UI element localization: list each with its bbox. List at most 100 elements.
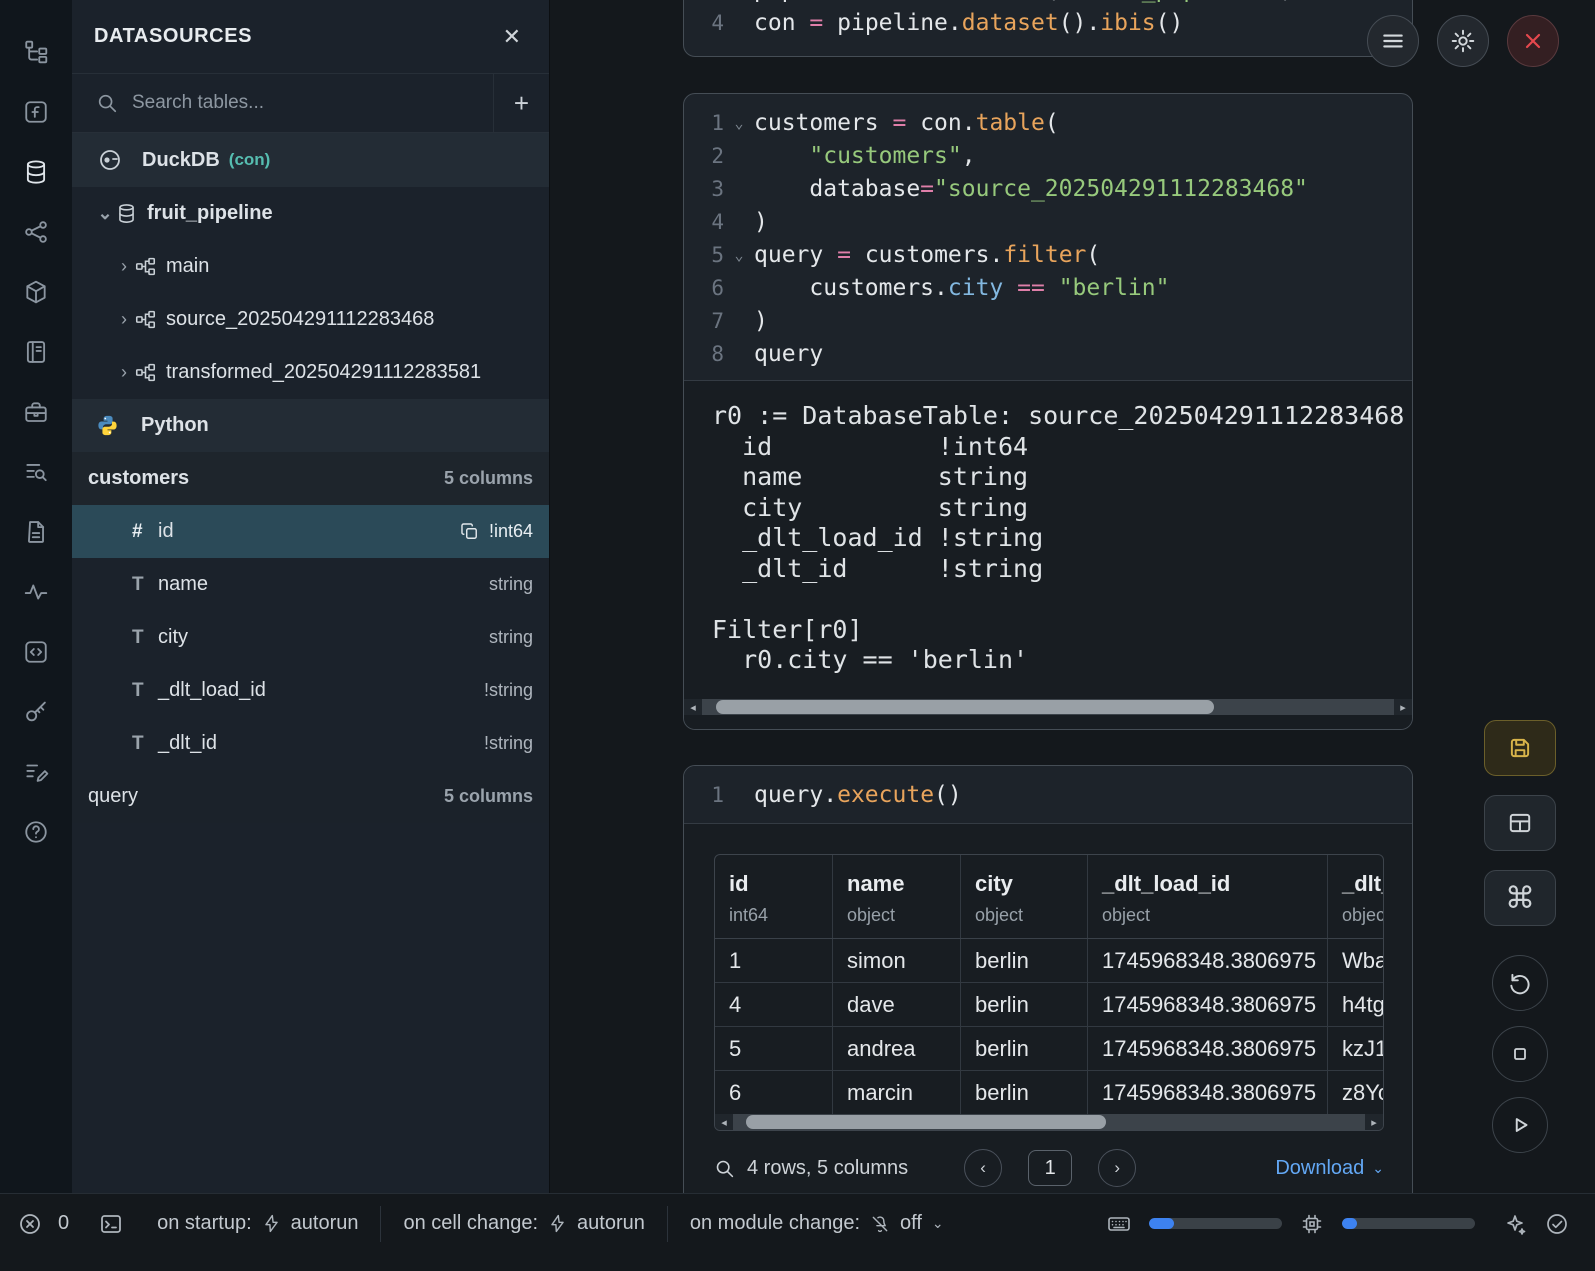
- prev-page-button[interactable]: ›: [964, 1149, 1002, 1187]
- result-table: idint64nameobjectcityobject_dlt_load_ido…: [714, 854, 1384, 1131]
- cell-query[interactable]: 1⌄customers = con.table(2 "customers",3 …: [683, 93, 1413, 730]
- snippets-button[interactable]: [10, 626, 62, 678]
- secrets-button[interactable]: [10, 686, 62, 738]
- copy-icon[interactable]: [460, 522, 479, 541]
- next-page-button[interactable]: ›: [1098, 1149, 1136, 1187]
- tree-item-main[interactable]: › main: [72, 240, 549, 293]
- scroll-left-button[interactable]: ◂: [684, 699, 702, 715]
- scrollbar-track[interactable]: [733, 1114, 1365, 1130]
- code-line[interactable]: 1⌄customers = con.table(: [684, 106, 1412, 139]
- tracing-button[interactable]: [10, 566, 62, 618]
- toolbox-button[interactable]: [10, 386, 62, 438]
- table-cell: simon: [833, 939, 961, 982]
- code-line[interactable]: 4): [684, 205, 1412, 238]
- add-datasource-button[interactable]: +: [494, 74, 549, 132]
- page-number-box[interactable]: 1: [1028, 1150, 1072, 1186]
- table-header-query[interactable]: query 5 columns: [72, 770, 549, 823]
- on-cell-change-toggle[interactable]: on cell change: autorun: [403, 1212, 644, 1235]
- keyboard-shortcuts-button[interactable]: ⌘: [1484, 870, 1556, 926]
- search-icon[interactable]: [714, 1158, 735, 1179]
- table-header-cell[interactable]: nameobject: [833, 855, 961, 938]
- cell-execute[interactable]: 1query.execute() idint64nameobjectcityob…: [683, 765, 1413, 1193]
- table-cell: Wba: [1328, 939, 1384, 982]
- table-row[interactable]: 6marcinberlin1745968348.3806975z8Yo: [715, 1071, 1384, 1114]
- package-icon: [23, 279, 49, 305]
- table-cell: berlin: [961, 983, 1088, 1026]
- packages-button[interactable]: [10, 266, 62, 318]
- code-editor[interactable]: 1query.execute(): [684, 766, 1412, 824]
- keyboard-icon: [1107, 1212, 1131, 1236]
- table-row[interactable]: 4daveberlin1745968348.3806975h4tg: [715, 983, 1384, 1027]
- column-item-dlt-load-id[interactable]: T _dlt_load_id !string: [72, 664, 549, 717]
- activity-rail: [0, 0, 72, 1193]
- table-row[interactable]: 1simonberlin1745968348.3806975Wba: [715, 939, 1384, 983]
- scroll-right-button[interactable]: ▸: [1365, 1114, 1383, 1130]
- sparkle-icon: [1503, 1212, 1527, 1236]
- notebook-button[interactable]: [10, 326, 62, 378]
- document-button[interactable]: [10, 506, 62, 558]
- menu-button[interactable]: [1367, 15, 1419, 67]
- datasources-button[interactable]: [10, 146, 62, 198]
- terminal-icon: [99, 1212, 123, 1236]
- tree-item-label: main: [166, 255, 209, 278]
- engine-header-duckdb[interactable]: DuckDB (con): [72, 133, 549, 187]
- database-icon: [23, 159, 49, 185]
- help-button[interactable]: [10, 806, 62, 858]
- cell-output: r0 := DatabaseTable: source_202504291112…: [684, 380, 1412, 729]
- download-link[interactable]: Download ⌄: [1275, 1157, 1384, 1180]
- code-line[interactable]: 1query.execute(): [684, 778, 1412, 811]
- code-editor[interactable]: 1⌄customers = con.table(2 "customers",3 …: [684, 94, 1412, 380]
- scroll-right-button[interactable]: ▸: [1394, 699, 1412, 715]
- scrollbar-thumb[interactable]: [716, 700, 1214, 714]
- close-panel-button[interactable]: ✕: [497, 23, 527, 51]
- table-header-cell[interactable]: _dlt_idobject: [1328, 855, 1384, 938]
- column-item-name[interactable]: T name string: [72, 558, 549, 611]
- shutdown-button[interactable]: [1507, 15, 1559, 67]
- save-button[interactable]: [1484, 720, 1556, 776]
- code-line[interactable]: 5⌄query = customers.filter(: [684, 238, 1412, 271]
- function-icon: [23, 99, 49, 125]
- lightning-icon: [262, 1214, 281, 1233]
- scratchpad-button[interactable]: [10, 746, 62, 798]
- scroll-left-button[interactable]: ◂: [715, 1114, 733, 1130]
- code-editor[interactable]: 3pipeline = dlt.attach("fruit_pipeline")…: [684, 0, 1412, 39]
- dependency-graph-button[interactable]: [10, 206, 62, 258]
- engine-header-python[interactable]: Python: [72, 399, 549, 452]
- function-button[interactable]: [10, 86, 62, 138]
- table-header-cell[interactable]: cityobject: [961, 855, 1088, 938]
- code-line[interactable]: 3 database="source_202504291112283468": [684, 172, 1412, 205]
- chevron-down-icon: ⌄: [94, 203, 116, 224]
- scrollbar-track[interactable]: [702, 699, 1394, 715]
- settings-button[interactable]: [1437, 15, 1489, 67]
- code-line[interactable]: 8query: [684, 337, 1412, 370]
- layout-button[interactable]: [1484, 795, 1556, 851]
- table-header-cell[interactable]: _dlt_load_idobject: [1088, 855, 1328, 938]
- output-hscrollbar[interactable]: ◂ ▸: [684, 699, 1412, 715]
- column-item-city[interactable]: T city string: [72, 611, 549, 664]
- table-header-customers[interactable]: customers 5 columns: [72, 452, 549, 505]
- column-item-id[interactable]: # id !int64: [72, 505, 549, 558]
- code-line[interactable]: 7): [684, 304, 1412, 337]
- table-hscrollbar[interactable]: ◂ ▸: [715, 1114, 1383, 1130]
- file-tree-button[interactable]: [10, 26, 62, 78]
- stop-button[interactable]: [1492, 1026, 1548, 1082]
- undo-button[interactable]: [1492, 955, 1548, 1011]
- column-item-dlt-id[interactable]: T _dlt_id !string: [72, 717, 549, 770]
- tree-item-source[interactable]: › source_202504291112283468: [72, 293, 549, 346]
- logs-button[interactable]: [10, 446, 62, 498]
- search-input[interactable]: Search tables...: [132, 92, 493, 114]
- error-indicator[interactable]: 0: [18, 1212, 69, 1236]
- cell-setup[interactable]: 3pipeline = dlt.attach("fruit_pipeline")…: [683, 0, 1413, 57]
- code-line[interactable]: 6 customers.city == "berlin": [684, 271, 1412, 304]
- code-line[interactable]: 2 "customers",: [684, 139, 1412, 172]
- table-header-cell[interactable]: idint64: [715, 855, 833, 938]
- table-row[interactable]: 5andreaberlin1745968348.3806975kzJ1: [715, 1027, 1384, 1071]
- tree-item-transformed[interactable]: › transformed_202504291112283581: [72, 346, 549, 399]
- code-line[interactable]: 4con = pipeline.dataset().ibis(): [684, 6, 1412, 39]
- scrollbar-thumb[interactable]: [746, 1115, 1106, 1129]
- on-startup-toggle[interactable]: on startup: autorun: [157, 1212, 358, 1235]
- run-button[interactable]: [1492, 1097, 1548, 1153]
- on-module-change-toggle[interactable]: on module change: off ⌄: [690, 1212, 944, 1235]
- terminal-button[interactable]: [99, 1212, 123, 1236]
- tree-item-fruit-pipeline[interactable]: ⌄ fruit_pipeline: [72, 187, 549, 240]
